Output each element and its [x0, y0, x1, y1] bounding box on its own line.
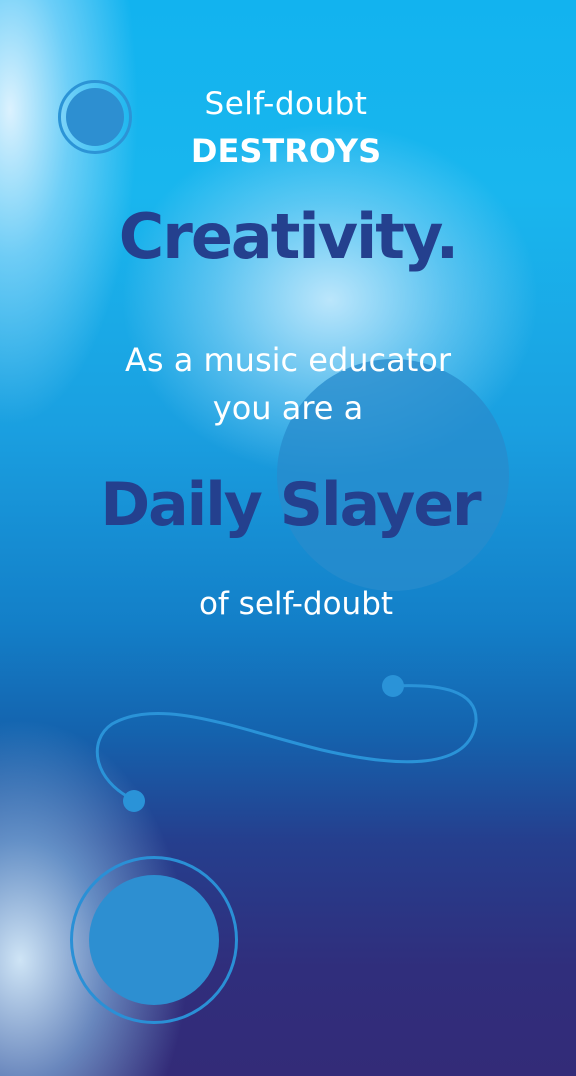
- wavy-line-dot-right: [382, 675, 404, 697]
- wavy-line-path: [95, 684, 478, 802]
- headline-creativity: Creativity.: [118, 200, 459, 273]
- wavy-line-dot-left: [123, 790, 145, 812]
- body-you-are-a: you are a: [212, 389, 364, 427]
- body-music-educator: As a music educator: [124, 341, 452, 379]
- headline-self-doubt: Self-doubt: [204, 86, 368, 122]
- decorative-circle-bottom-left: [89, 875, 219, 1005]
- headline-daily-slayer: Daily Slayer: [100, 470, 481, 540]
- headline-destroys: DESTROYS: [190, 132, 382, 170]
- body-of-self-doubt: of self-doubt: [198, 586, 394, 622]
- poster-canvas: Self-doubt DESTROYS Creativity. As a mus…: [0, 0, 576, 1076]
